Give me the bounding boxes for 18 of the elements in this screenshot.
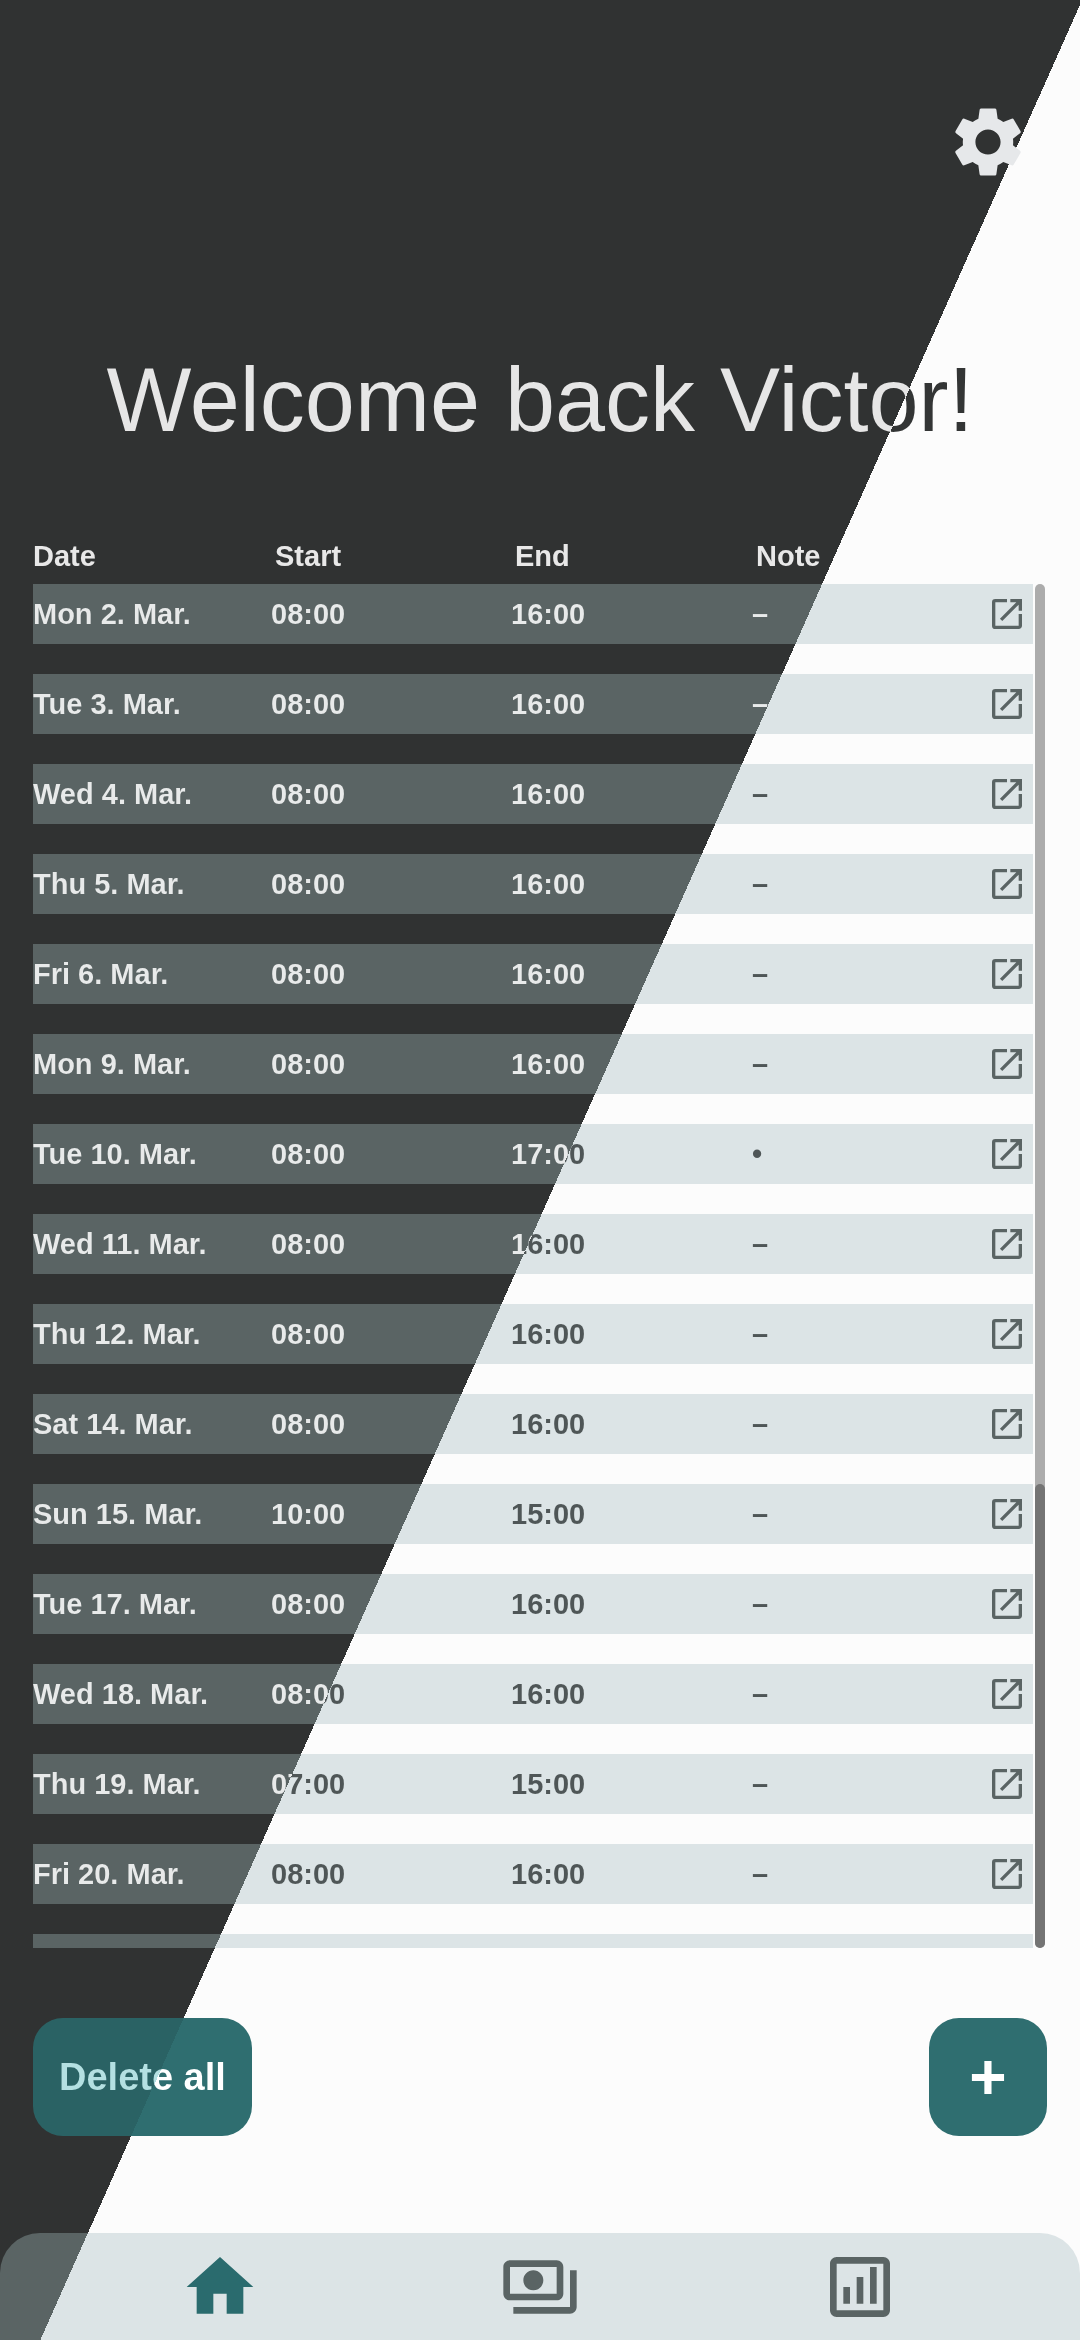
table-row[interactable]: Fri 6. Mar. 08:00 16:00 – [33, 944, 1033, 1004]
table-row[interactable]: Tue 17. Mar. 08:00 16:00 – [33, 1574, 1033, 1634]
table-row[interactable]: Wed 4. Mar. 08:00 16:00 – [33, 764, 1033, 824]
table-row[interactable]: Mon 9. Mar. 08:00 16:00 – [33, 1034, 1033, 1094]
table-row[interactable]: Sun 15. Mar. 10:00 15:00 – [33, 1484, 1033, 1544]
table-row[interactable]: Tue 3. Mar. 08:00 16:00 – [33, 674, 1033, 734]
table-row[interactable]: Sat 14. Mar. 08:00 16:00 – [33, 1394, 1033, 1454]
column-header: End [515, 539, 570, 574]
table-row[interactable]: Thu 5. Mar. 08:00 16:00 – [33, 854, 1033, 914]
add-button[interactable]: + [929, 2018, 1047, 2136]
column-header: Start [275, 539, 342, 574]
table-row[interactable]: Fri 20. Mar. 08:00 16:00 – [33, 1844, 1033, 1904]
delete-all-button[interactable]: Delete all [33, 2018, 252, 2136]
table-row[interactable]: Thu 12. Mar. 08:00 16:00 – [33, 1304, 1033, 1364]
column-header: Note [756, 539, 821, 574]
scrollbar[interactable] [1035, 584, 1045, 1948]
table-row[interactable]: Mon 2. Mar. 08:00 16:00 – [33, 584, 1033, 644]
column-header: Date [33, 539, 96, 574]
